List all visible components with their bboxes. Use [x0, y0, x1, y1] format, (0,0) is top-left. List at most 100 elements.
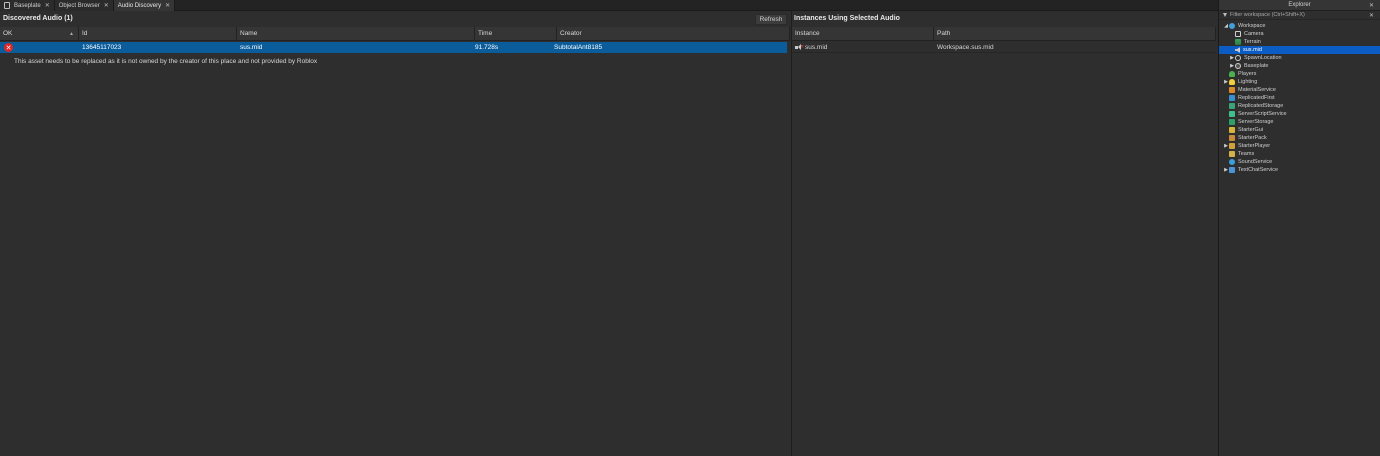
instances-panel: Instances Using Selected Audio Instance … [791, 11, 1217, 456]
panel-title: Instances Using Selected Audio [794, 15, 900, 22]
tree-item-label: StarterGui [1238, 127, 1264, 133]
tree-item-replicatedfirst[interactable]: ReplicatedFirst [1219, 94, 1380, 102]
tree-item-label: Baseplate [1244, 63, 1269, 69]
tree-item-soundservice[interactable]: SoundService [1219, 158, 1380, 166]
close-icon[interactable]: ✕ [104, 2, 109, 9]
tree-item-spawnlocation[interactable]: ▶ SpawnLocation [1219, 54, 1380, 62]
column-header-id[interactable]: Id [79, 27, 237, 41]
camera-icon [1235, 31, 1241, 37]
filter-input[interactable]: Filter workspace (Ctrl+Shift+X) ✕ [1219, 11, 1380, 20]
tree-item-players[interactable]: Players [1219, 70, 1380, 78]
status-cell: ✕ [0, 42, 79, 53]
table-row[interactable]: ✕ sus.mid Workspace.sus.mid [792, 42, 1216, 53]
sound-icon [1235, 47, 1240, 53]
replicated-storage-icon [1229, 103, 1235, 109]
explorer-title: Explorer [1288, 2, 1311, 8]
column-label: OK [3, 30, 13, 37]
tree-item-label: ServerStorage [1238, 119, 1274, 125]
starter-gui-icon [1229, 127, 1235, 133]
tree-item-label: Lighting [1238, 79, 1258, 85]
explorer-panel: Explorer ✕ Filter workspace (Ctrl+Shift+… [1218, 0, 1380, 456]
explorer-title-bar: Explorer ✕ [1219, 0, 1380, 11]
column-header-path[interactable]: Path [934, 27, 1216, 41]
material-icon [1229, 87, 1235, 93]
teams-icon [1229, 151, 1235, 157]
part-icon [1235, 63, 1241, 69]
starter-player-icon [1229, 143, 1235, 149]
tree-item-camera[interactable]: Camera [1219, 30, 1380, 38]
tab-baseplate[interactable]: Baseplate ✕ [0, 0, 55, 11]
column-label: Instance [795, 30, 820, 37]
tree-item-label: SpawnLocation [1244, 55, 1282, 61]
server-script-icon [1229, 111, 1235, 117]
tree-item-terrain[interactable]: Terrain [1219, 38, 1380, 46]
error-icon: ✕ [4, 43, 13, 52]
close-icon[interactable]: ✕ [45, 2, 50, 9]
tree-item-label: Camera [1244, 31, 1264, 37]
ownership-warning: This asset needs to be replaced as it is… [14, 58, 318, 65]
tree-item-label: MaterialService [1238, 87, 1276, 93]
tab-object-browser[interactable]: Object Browser ✕ [54, 0, 114, 11]
tree-item-replicatedstorage[interactable]: ReplicatedStorage [1219, 102, 1380, 110]
terrain-icon [1235, 39, 1241, 45]
tab-bar: Baseplate ✕ Object Browser ✕ Audio Disco… [0, 0, 1218, 11]
tree-item-label: TextChatService [1238, 167, 1279, 173]
replicated-first-icon [1229, 95, 1235, 101]
instance-cell: ✕ sus.mid [792, 42, 934, 53]
players-icon [1229, 71, 1235, 77]
tree-item-textchatservice[interactable]: ▶ TextChatService [1219, 166, 1380, 174]
tree-item-label: StarterPlayer [1238, 143, 1271, 149]
tree-item-materialservice[interactable]: MaterialService [1219, 86, 1380, 94]
tree-item-label: Workspace [1238, 23, 1266, 29]
audio-table-header: OK ▲ Id Name Time Creator [0, 27, 790, 41]
tree-item-label: StarterPack [1238, 135, 1267, 141]
lighting-icon [1229, 79, 1235, 85]
column-label: Name [240, 30, 258, 37]
tree-item-label: sus.mid [1243, 47, 1262, 53]
close-icon[interactable]: ✕ [165, 2, 170, 9]
tree-item-teams[interactable]: Teams [1219, 150, 1380, 158]
clear-filter-icon[interactable]: ✕ [1369, 12, 1374, 19]
tree-item-starterpack[interactable]: StarterPack [1219, 134, 1380, 142]
column-label: Id [82, 30, 88, 37]
table-row[interactable]: ✕ 13645117023 sus.mid 91.728s SubtotalAn… [0, 42, 787, 53]
sound-service-icon [1229, 159, 1235, 165]
document-icon [4, 2, 10, 9]
tree-item-lighting[interactable]: ▶ Lighting [1219, 78, 1380, 86]
text-chat-icon [1229, 167, 1235, 173]
column-header-time[interactable]: Time [475, 27, 557, 41]
column-label: Creator [560, 30, 582, 37]
tab-audio-discovery[interactable]: Audio Discovery ✕ [113, 0, 176, 11]
tab-label: Audio Discovery [117, 2, 162, 9]
instance-name: sus.mid [805, 43, 828, 51]
tree-item-startergui[interactable]: StarterGui [1219, 126, 1380, 134]
tree-item-serverscriptservice[interactable]: ServerScriptService [1219, 110, 1380, 118]
refresh-button[interactable]: Refresh [755, 14, 787, 25]
tab-label: Object Browser [58, 2, 100, 9]
tab-label: Baseplate [14, 2, 41, 9]
spawn-icon [1235, 55, 1241, 61]
tree-item-workspace[interactable]: ◢ Workspace [1219, 22, 1380, 30]
instances-table-header: Instance Path [792, 27, 1216, 41]
column-label: Path [937, 30, 951, 37]
sort-arrow-icon: ▲ [69, 30, 74, 37]
close-icon[interactable]: ✕ [1369, 2, 1374, 9]
starter-pack-icon [1229, 135, 1235, 141]
column-header-creator[interactable]: Creator [557, 27, 790, 41]
tree-item-sus-mid[interactable]: sus.mid [1219, 46, 1380, 54]
tree-item-serverstorage[interactable]: ServerStorage [1219, 118, 1380, 126]
creator-cell: SubtotalAnt8185 [554, 44, 603, 51]
column-header-instance[interactable]: Instance [792, 27, 934, 41]
server-storage-icon [1229, 119, 1235, 125]
column-header-name[interactable]: Name [237, 27, 475, 41]
path-cell: Workspace.sus.mid [937, 43, 994, 51]
tree-item-baseplate[interactable]: ▶ Baseplate [1219, 62, 1380, 70]
tree-item-starterplayer[interactable]: ▶ StarterPlayer [1219, 142, 1380, 150]
column-header-ok[interactable]: OK ▲ [0, 27, 79, 41]
explorer-tree: ◢ Workspace Camera Terrain sus.mid ▶ Spa… [1219, 20, 1380, 174]
tree-item-label: ReplicatedStorage [1238, 103, 1284, 109]
world-icon [1229, 23, 1235, 29]
tree-item-label: Terrain [1244, 39, 1261, 45]
tree-item-label: SoundService [1238, 159, 1273, 165]
column-label: Time [478, 30, 493, 37]
